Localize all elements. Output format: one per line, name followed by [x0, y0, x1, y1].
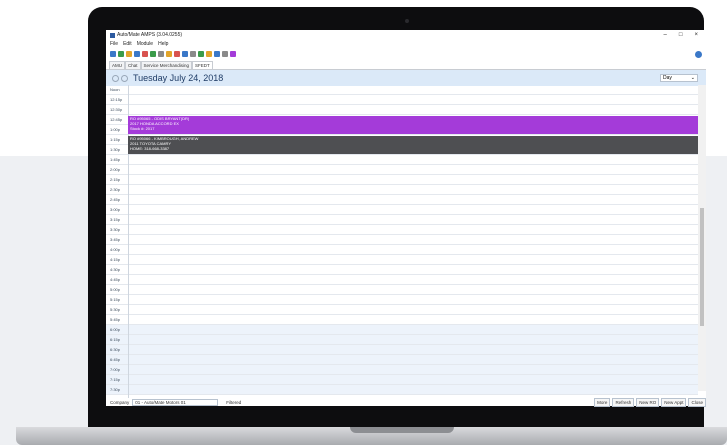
users-icon[interactable] [118, 51, 124, 57]
menu-file[interactable]: File [110, 41, 118, 47]
prev-day-icon[interactable] [112, 74, 119, 82]
person-icon[interactable] [134, 51, 140, 57]
menu-help[interactable]: Help [158, 41, 168, 47]
window-title: Auto/Mate AMPS (3.04.0255) [117, 32, 183, 38]
print-icon[interactable] [190, 51, 196, 57]
menubar: File Edit Module Help [106, 40, 706, 48]
chevron-down-icon: ⌄ [690, 75, 695, 81]
tab-chat[interactable]: Chat [125, 61, 141, 69]
tab-service-merchandising[interactable]: Service Merchandising [140, 61, 193, 69]
date-header: Tuesday July 24, 2018 Day ⌄ [106, 70, 706, 86]
parts-icon[interactable] [150, 51, 156, 57]
report-icon[interactable] [214, 51, 220, 57]
titlebar: Auto/Mate AMPS (3.04.0255) – □ × [106, 30, 706, 40]
chart-icon[interactable] [126, 51, 132, 57]
clock-icon[interactable] [158, 51, 164, 57]
app-icon [110, 32, 115, 38]
help-icon[interactable] [695, 50, 702, 58]
close-icon[interactable]: × [694, 32, 698, 38]
laptop-notch [350, 427, 454, 433]
date-title: Tuesday July 24, 2018 [133, 73, 224, 83]
filter-icon[interactable] [230, 51, 236, 57]
maximize-icon[interactable]: □ [679, 32, 683, 38]
view-select[interactable]: Day ⌄ [660, 74, 698, 82]
calendar-icon[interactable] [222, 51, 228, 57]
menu-module[interactable]: Module [137, 41, 153, 47]
toolbar [106, 48, 706, 60]
car-icon[interactable] [142, 51, 148, 57]
tab-amu[interactable]: AMU [109, 61, 125, 69]
tab-sfedt[interactable]: SFEDT [192, 61, 213, 69]
grid-icon[interactable] [110, 51, 116, 57]
view-select-value: Day [663, 75, 672, 81]
money-icon[interactable] [166, 51, 172, 57]
tools-icon[interactable] [198, 51, 204, 57]
lock-icon[interactable] [174, 51, 180, 57]
minimize-icon[interactable]: – [664, 32, 667, 38]
menu-edit[interactable]: Edit [123, 41, 132, 47]
key-icon[interactable] [206, 51, 212, 57]
app-window: Auto/Mate AMPS (3.04.0255) – □ × File Ed… [106, 30, 706, 406]
mail-icon[interactable] [182, 51, 188, 57]
next-day-icon[interactable] [121, 74, 128, 82]
camera-icon [405, 19, 409, 23]
tab-strip: AMU Chat Service Merchandising SFEDT [106, 60, 706, 70]
